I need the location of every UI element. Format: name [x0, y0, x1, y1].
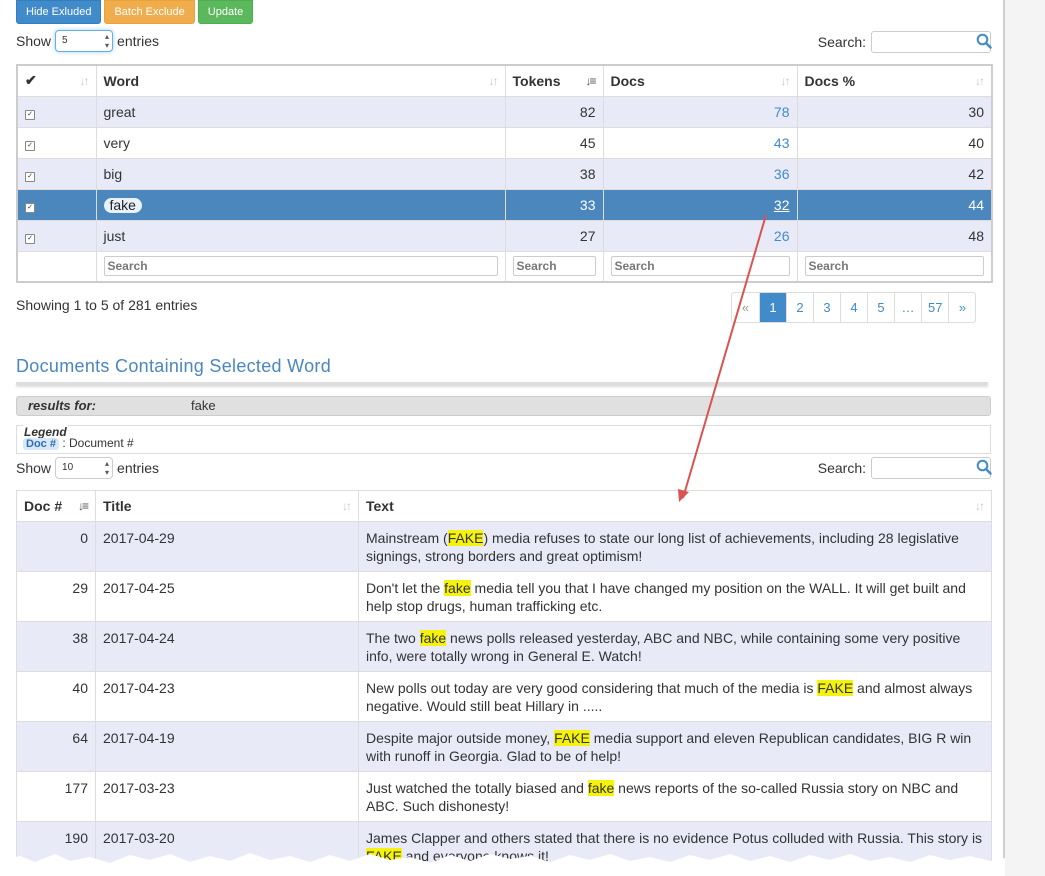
annotation-arrow	[678, 214, 767, 502]
